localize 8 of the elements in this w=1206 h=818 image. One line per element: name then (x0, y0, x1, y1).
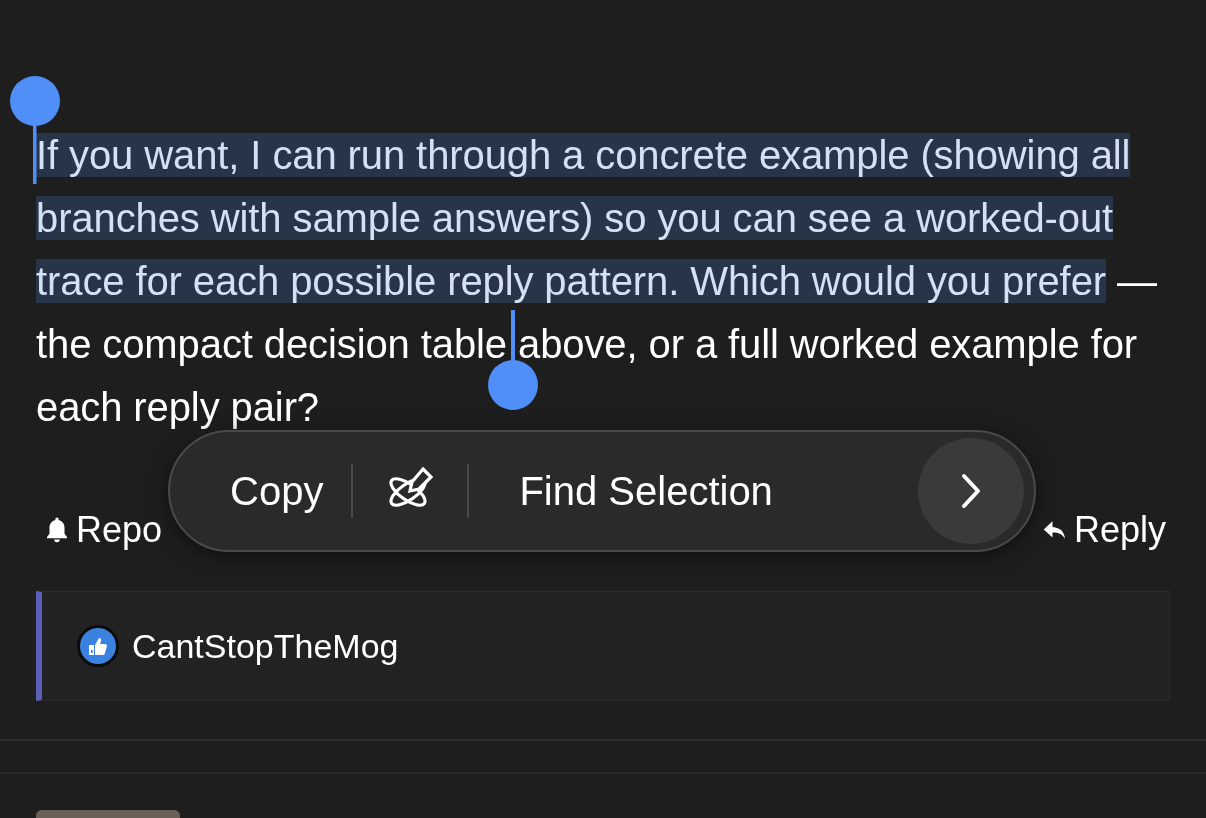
report-button[interactable]: Repo (42, 509, 163, 551)
reply-button[interactable]: Reply (1039, 509, 1166, 551)
menu-item[interactable]: Copy (210, 468, 344, 514)
thumbs-up-icon (76, 624, 120, 668)
selection-handle[interactable] (10, 76, 60, 184)
chevron-right-icon (959, 472, 983, 510)
menu-item[interactable]: Find Selection (499, 468, 793, 514)
username[interactable]: CantStopTheMog (132, 626, 399, 666)
